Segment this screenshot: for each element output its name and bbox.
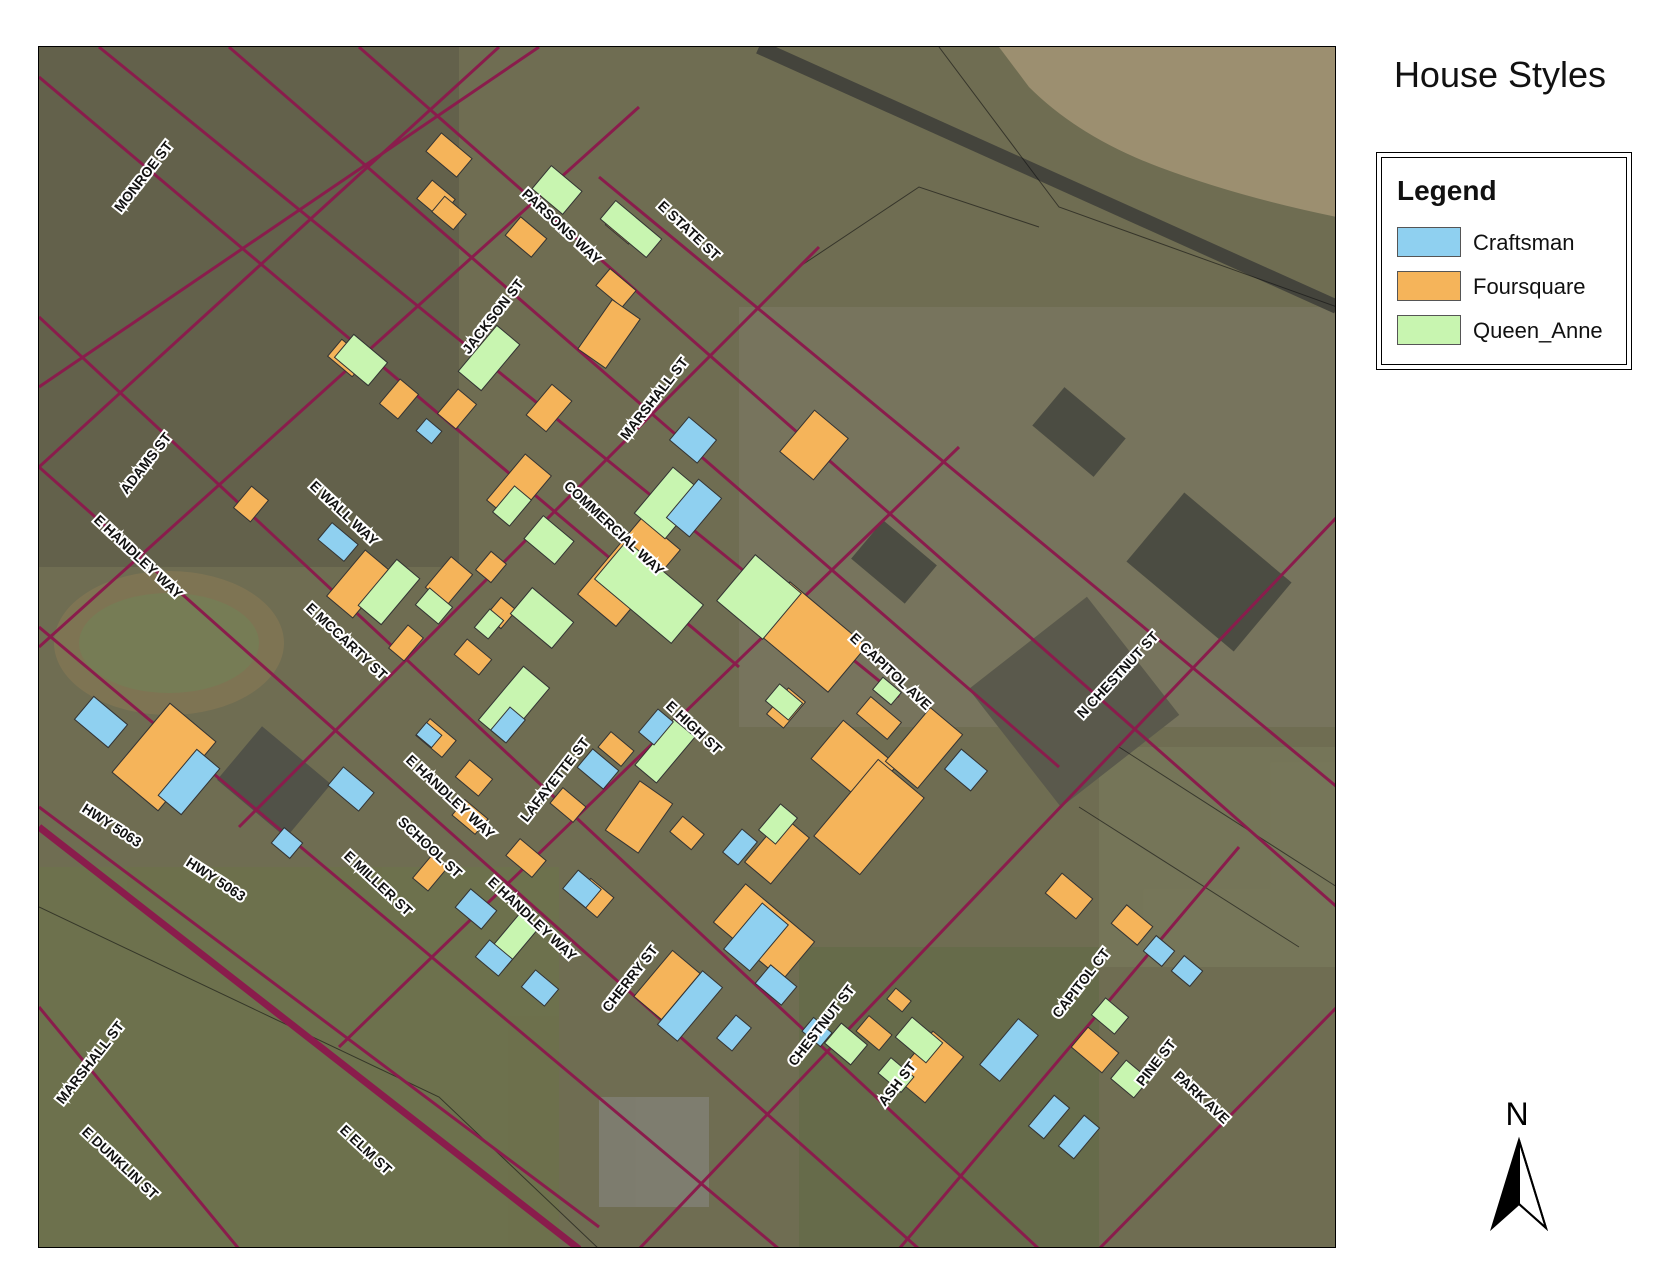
- legend-swatch-foursquare: [1397, 271, 1461, 301]
- legend-title: Legend: [1397, 175, 1497, 206]
- map-canvas: MONROE ST PARSONS WAY E STATE ST JACKSON…: [39, 47, 1335, 1247]
- legend-label: Craftsman: [1473, 230, 1575, 255]
- legend-swatch-craftsman: [1397, 227, 1461, 257]
- legend-label: Queen_Anne: [1473, 318, 1603, 343]
- map-title: House Styles: [1393, 54, 1607, 95]
- legend: Legend Craftsman Foursquare Queen_Anne: [1376, 152, 1632, 370]
- aerial-map[interactable]: MONROE ST PARSONS WAY E STATE ST JACKSON…: [38, 46, 1336, 1248]
- legend-label: Foursquare: [1473, 274, 1586, 299]
- north-arrow-icon: [1489, 1136, 1549, 1232]
- legend-swatch-queen-anne: [1397, 315, 1461, 345]
